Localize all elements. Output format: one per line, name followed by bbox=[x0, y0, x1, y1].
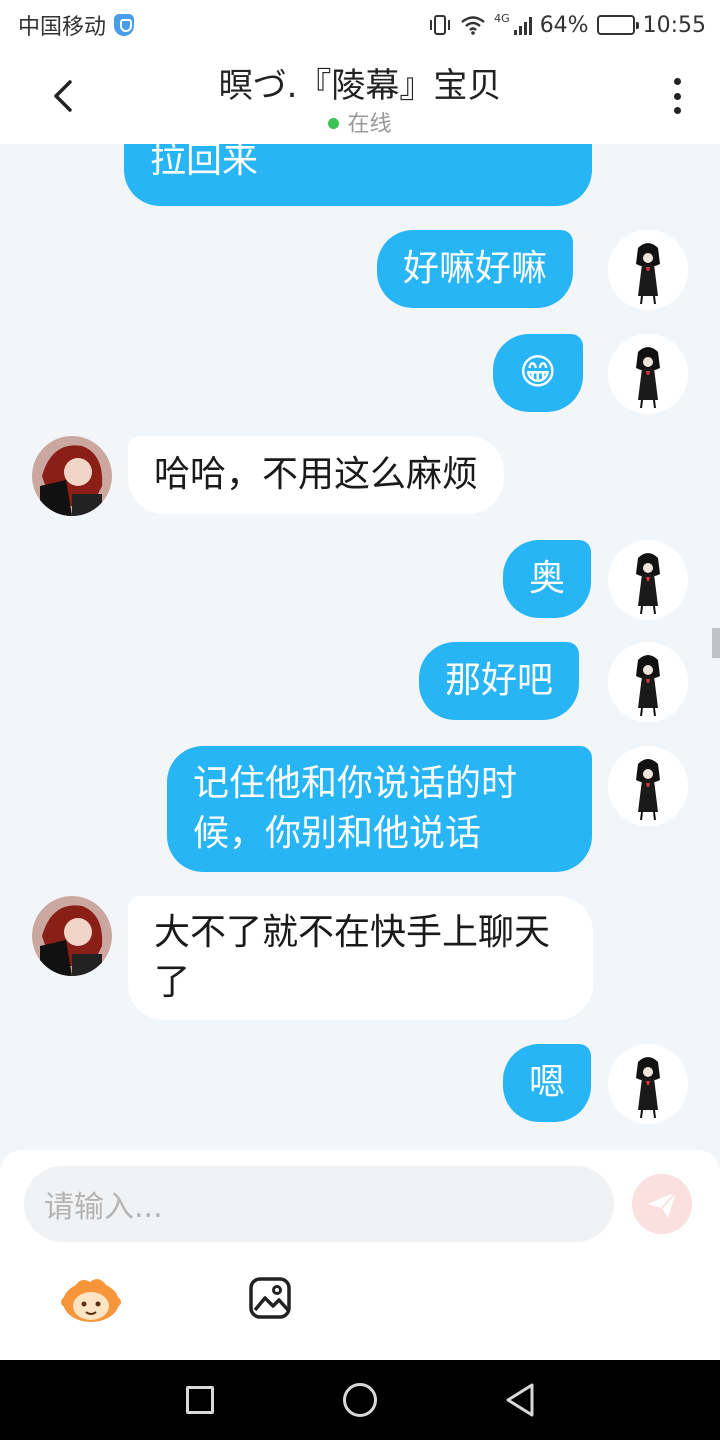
contact-avatar[interactable] bbox=[32, 896, 112, 976]
vibrate-icon bbox=[430, 15, 451, 35]
message-text: 嗯 bbox=[529, 1062, 566, 1103]
emoji-grin-icon: 😁 bbox=[519, 352, 557, 393]
message-input[interactable]: 请输入... bbox=[24, 1166, 614, 1242]
message-bubble-sent[interactable]: 拉回来 bbox=[124, 144, 592, 206]
my-avatar[interactable] bbox=[608, 746, 688, 826]
more-vertical-icon[interactable] bbox=[674, 78, 682, 114]
message-bubble-sent[interactable]: 奥 bbox=[503, 540, 592, 618]
message-bubble-received[interactable]: 哈哈，不用这么麻烦 bbox=[128, 436, 505, 514]
back-triangle-icon[interactable] bbox=[504, 1382, 536, 1418]
online-dot-icon bbox=[328, 117, 340, 129]
my-avatar[interactable] bbox=[608, 334, 688, 414]
message-bubble-sent[interactable]: 好嘛好嘛 bbox=[377, 230, 574, 308]
signal-icon bbox=[513, 15, 532, 35]
online-status-label: 在线 bbox=[347, 112, 392, 137]
message-bubble-sent[interactable]: 嗯 bbox=[503, 1044, 592, 1122]
clock: 10:55 bbox=[642, 12, 706, 38]
message-bubble-sent[interactable]: 那好吧 bbox=[419, 642, 580, 720]
message-bubble-sent[interactable]: 😁 bbox=[493, 334, 583, 412]
message-list[interactable]: 拉回来 好嘛好嘛 😁 哈哈，不用这么麻烦 奥 那好吧 记住他和你说话的时候，你别… bbox=[0, 144, 720, 1150]
scrollbar-thumb[interactable] bbox=[712, 628, 720, 658]
message-text: 拉回来 bbox=[150, 144, 259, 181]
message-text: 大不了就不在快手上聊天了 bbox=[154, 912, 551, 1003]
shield-icon bbox=[114, 14, 135, 36]
wifi-icon bbox=[461, 16, 485, 35]
home-icon[interactable] bbox=[343, 1383, 377, 1417]
network-type: 4G bbox=[494, 11, 510, 25]
message-text: 那好吧 bbox=[445, 660, 554, 701]
composer: 请输入... bbox=[0, 1150, 720, 1360]
carrier-label: 中国移动 bbox=[18, 15, 107, 40]
my-avatar[interactable] bbox=[608, 230, 688, 310]
battery-percent: 64% bbox=[539, 12, 589, 38]
online-status: 在线 bbox=[0, 106, 720, 138]
input-placeholder: 请输入... bbox=[44, 1190, 163, 1225]
my-avatar[interactable] bbox=[608, 1044, 688, 1124]
chat-header: 暝づ.『陵幕』宝贝 在线 bbox=[0, 50, 720, 144]
recent-apps-icon[interactable] bbox=[186, 1386, 214, 1414]
status-left: 中国移动 bbox=[18, 9, 135, 41]
my-avatar[interactable] bbox=[608, 642, 688, 722]
my-avatar[interactable] bbox=[608, 540, 688, 620]
message-text: 记住他和你说话的时候，你别和他说话 bbox=[193, 763, 518, 854]
message-bubble-sent[interactable]: 记住他和你说话的时候，你别和他说话 bbox=[167, 746, 592, 872]
message-text: 好嘛好嘛 bbox=[403, 248, 548, 289]
emoji-mascot-icon[interactable] bbox=[60, 1274, 122, 1324]
message-bubble-received[interactable]: 大不了就不在快手上聊天了 bbox=[128, 896, 593, 1020]
battery-icon bbox=[596, 15, 639, 35]
contact-avatar[interactable] bbox=[32, 436, 112, 516]
status-bar: 中国移动 4G 64% 10:55 bbox=[0, 0, 720, 50]
send-icon[interactable] bbox=[632, 1174, 692, 1234]
page-title: 暝づ.『陵幕』宝贝 bbox=[218, 66, 502, 106]
image-icon[interactable] bbox=[248, 1276, 292, 1320]
message-text: 哈哈，不用这么麻烦 bbox=[154, 454, 479, 495]
message-text: 奥 bbox=[529, 558, 566, 599]
status-right: 4G 64% 10:55 bbox=[428, 11, 706, 38]
system-nav-bar bbox=[0, 1360, 720, 1440]
